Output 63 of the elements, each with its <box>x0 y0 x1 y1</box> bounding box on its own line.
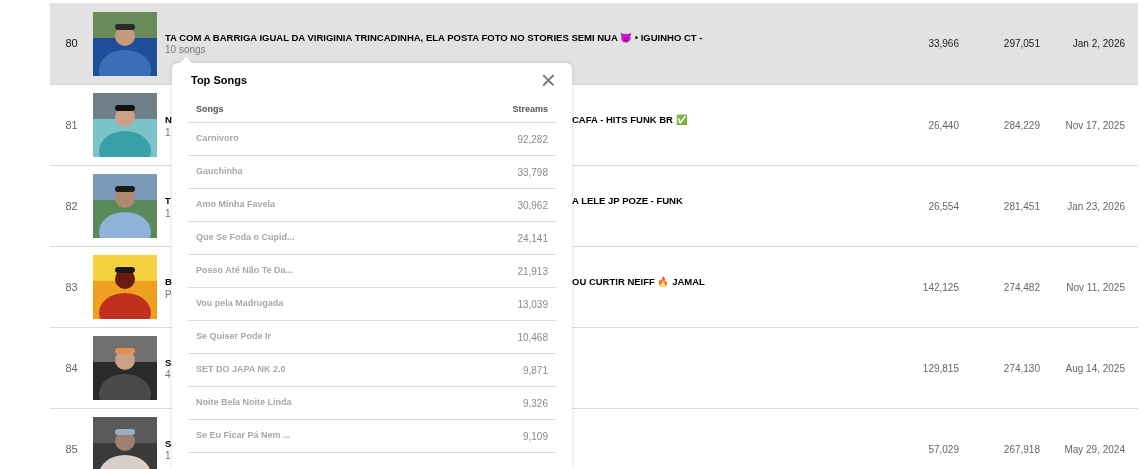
playlist-title: CAFA - HITS FUNK BR ✅ <box>572 112 688 126</box>
song-name: Noite Bela Noite Linda <box>196 396 292 410</box>
stream-count: 274,482 <box>1002 280 1040 295</box>
song-name: Carnivoro <box>196 132 239 146</box>
stream-count: 13,039 <box>517 297 548 312</box>
stream-count: 284,229 <box>1002 118 1040 133</box>
playlist-title: B <box>165 275 172 287</box>
stream-count: 26,554 <box>927 199 959 214</box>
release-date: Nov 11, 2025 <box>1065 280 1125 295</box>
song-name: Gauchinha <box>196 165 243 179</box>
playlist-title: A LELE JP POZE - FUNK <box>572 193 683 207</box>
playlist-title: S <box>165 436 172 450</box>
stream-count: 57,029 <box>927 442 959 457</box>
stream-count: 30,962 <box>517 198 548 213</box>
stream-count: 267,918 <box>1002 442 1040 457</box>
song-count: 1 <box>165 449 171 462</box>
song-count: 10 songs <box>165 44 206 56</box>
rank-number: 80 <box>64 36 79 52</box>
song-count: 1 <box>165 127 171 140</box>
stream-count: 33,798 <box>517 165 548 180</box>
stream-count: 297,051 <box>1002 37 1040 51</box>
song-name: Que Se Foda o Cupid... <box>196 231 295 245</box>
stream-count: 26,440 <box>927 118 959 133</box>
stream-count: 281,451 <box>1002 199 1040 214</box>
playlist-title: TA COM A BARRIGA IGUAL DA VIRIGINIA TRINCADINHA, ELA POSTA FOTO NO STORIES SEMI NUA 😈 • IGUINHO CT - <box>165 31 703 44</box>
song-count: 1 <box>165 208 171 221</box>
playlist-title: N <box>165 113 172 125</box>
release-date: Jan 23, 2026 <box>1066 199 1125 214</box>
song-count: 4 <box>165 368 171 381</box>
rank-number: 83 <box>64 279 79 295</box>
stream-count: 9,871 <box>522 363 548 378</box>
stream-count: 33,966 <box>927 37 959 51</box>
rank-number: 85 <box>64 441 79 457</box>
song-name: Posso Até Não Te Da... <box>196 264 294 278</box>
stream-count: 274,130 <box>1002 361 1040 376</box>
rank-number: 84 <box>64 360 79 376</box>
rank-number: 82 <box>64 198 79 214</box>
stream-count: 142,125 <box>921 280 959 295</box>
song-name: Se Eu Ficar Pá Nem ... <box>196 429 291 443</box>
release-date: Jan 2, 2026 <box>1071 37 1125 51</box>
song-name: Se Quiser Pode Ir <box>196 330 272 344</box>
stream-count: 92,282 <box>517 132 548 147</box>
playlist-title: OU CURTIR NEIFF 🔥 JAMAL <box>572 274 705 288</box>
popup-title: Top Songs <box>190 72 247 88</box>
playlist-title: S <box>165 355 172 369</box>
song-name: SET DO JAPA NK 2.0 <box>196 363 286 377</box>
release-date: May 29, 2024 <box>1063 442 1125 457</box>
stream-count: 9,109 <box>522 429 548 444</box>
song-name: Vou pela Madrugada <box>196 297 284 311</box>
song-name: Amo Minha Favela <box>196 198 276 212</box>
rank-number: 81 <box>64 117 79 133</box>
stream-count: 129,815 <box>921 361 959 376</box>
column-header: Streams <box>512 102 548 116</box>
close-button[interactable]: × <box>540 71 556 89</box>
stream-count: 9,326 <box>522 396 548 411</box>
release-date: Nov 17, 2025 <box>1064 118 1125 133</box>
column-header: Songs <box>196 102 224 116</box>
stream-count: 21,913 <box>517 264 548 279</box>
stream-count: 10,468 <box>517 330 548 345</box>
stream-count: 24,141 <box>517 231 548 246</box>
song-count: P <box>165 289 172 302</box>
playlist-title: T <box>165 194 171 206</box>
release-date: Aug 14, 2025 <box>1064 361 1125 376</box>
